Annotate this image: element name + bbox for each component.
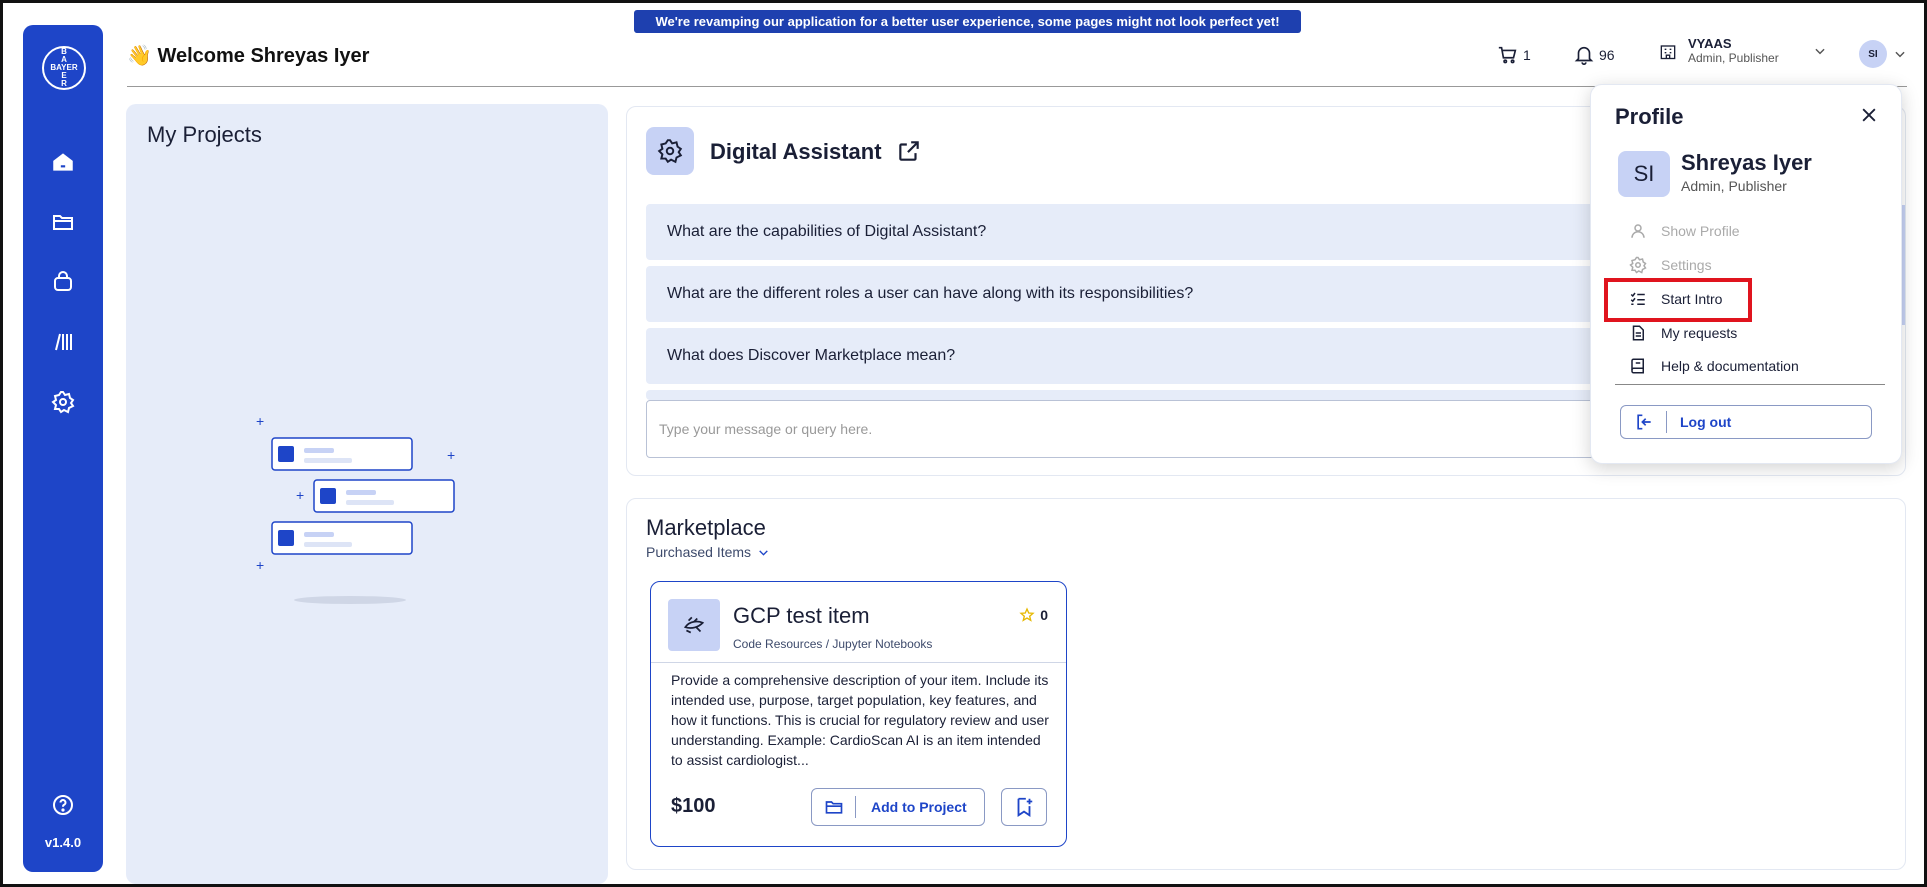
cart-count: 1	[1523, 47, 1531, 63]
notification-count: 96	[1599, 47, 1615, 63]
start-intro-highlight	[1604, 278, 1752, 322]
cart-icon	[1498, 46, 1517, 64]
menu-label: Show Profile	[1661, 223, 1740, 239]
chevron-down-icon	[1815, 48, 1825, 54]
logout-icon	[1621, 411, 1667, 433]
projects-title: My Projects	[147, 122, 262, 147]
profile-divider	[1615, 384, 1885, 385]
gear-icon	[1629, 256, 1647, 274]
bag-icon[interactable]	[49, 268, 77, 296]
folder-icon[interactable]	[49, 208, 77, 236]
org-switcher[interactable]: VYAAS Admin, Publisher	[1658, 36, 1827, 65]
chevron-down-icon	[1895, 51, 1905, 58]
version-label: v1.4.0	[44, 835, 82, 850]
help-icon[interactable]	[49, 791, 77, 819]
notifications-button[interactable]: 96	[1573, 44, 1615, 66]
card-divider	[651, 662, 1066, 663]
org-role: Admin, Publisher	[1688, 51, 1779, 65]
cart-button[interactable]: 1	[1497, 44, 1531, 66]
revamp-banner: We're revamping our application for a be…	[634, 10, 1301, 33]
marketplace-item-card[interactable]: GCP test item Code Resources / Jupyter N…	[650, 581, 1067, 847]
item-price: $100	[671, 795, 716, 817]
building-icon	[1660, 44, 1676, 59]
bookmark-add-icon	[1017, 797, 1033, 817]
profile-name: Shreyas Iyer	[1681, 150, 1812, 175]
sidebar: BA BAYER ER v1.4.0	[23, 25, 103, 872]
item-title: GCP test item	[733, 603, 870, 628]
assistant-gear-icon	[646, 127, 694, 175]
item-category: Code Resources / Jupyter Notebooks	[733, 637, 933, 651]
assistant-title: Digital Assistant	[710, 139, 882, 164]
menu-show-profile[interactable]: Show Profile	[1629, 222, 1740, 240]
menu-label: Settings	[1661, 257, 1712, 273]
logout-label: Log out	[1680, 414, 1732, 430]
add-to-project-button[interactable]: Add to Project	[811, 788, 985, 826]
menu-settings[interactable]: Settings	[1629, 256, 1712, 274]
item-thumbnail-icon	[668, 599, 720, 651]
filter-label: Purchased Items	[646, 544, 752, 560]
home-icon[interactable]	[49, 148, 77, 176]
bell-icon	[1574, 46, 1594, 65]
folder-icon	[812, 796, 856, 818]
profile-popover: Profile SI Shreyas Iyer Admin, Publisher…	[1590, 84, 1902, 464]
user-icon	[1631, 224, 1645, 238]
menu-label: My requests	[1661, 325, 1738, 341]
chevron-down-icon	[759, 549, 768, 556]
close-icon[interactable]	[1859, 105, 1879, 130]
svg-text:+: +	[447, 447, 455, 463]
avatar: SI	[1859, 40, 1887, 68]
document-icon	[1632, 325, 1644, 341]
profile-title: Profile	[1615, 104, 1684, 129]
external-link-icon[interactable]	[896, 138, 922, 169]
profile-role: Admin, Publisher	[1681, 178, 1787, 194]
marketplace-title: Marketplace	[646, 515, 766, 540]
bayer-logo[interactable]: BA BAYER ER	[42, 46, 86, 90]
marketplace-panel: Marketplace Purchased Items GCP test ite…	[626, 498, 1906, 870]
purchased-items-dropdown[interactable]: Purchased Items	[646, 544, 770, 560]
gear-icon[interactable]	[49, 388, 77, 416]
rating-value: 0	[1040, 607, 1048, 623]
item-rating: 0	[1019, 607, 1048, 623]
user-menu-button[interactable]: SI	[1859, 40, 1907, 68]
menu-label: Help & documentation	[1661, 358, 1799, 374]
library-icon[interactable]	[49, 328, 77, 356]
welcome-title: 👋 Welcome Shreyas Iyer	[127, 45, 370, 67]
org-name: VYAAS	[1688, 36, 1732, 51]
item-description: Provide a comprehensive description of y…	[671, 672, 1049, 768]
svg-text:+: +	[296, 487, 304, 503]
add-to-project-label: Add to Project	[871, 799, 967, 815]
menu-help-documentation[interactable]: Help & documentation	[1629, 357, 1799, 375]
menu-my-requests[interactable]: My requests	[1629, 324, 1737, 342]
star-icon	[1019, 607, 1035, 622]
profile-avatar: SI	[1618, 151, 1670, 197]
bookmark-button[interactable]	[1001, 788, 1047, 826]
empty-projects-illustration: + + + +	[256, 414, 455, 604]
svg-text:+: +	[256, 557, 264, 573]
log-out-button[interactable]: Log out	[1620, 405, 1872, 439]
svg-text:+: +	[256, 414, 264, 429]
book-icon	[1631, 358, 1644, 374]
my-projects-panel: My Projects + + + +	[126, 104, 608, 884]
